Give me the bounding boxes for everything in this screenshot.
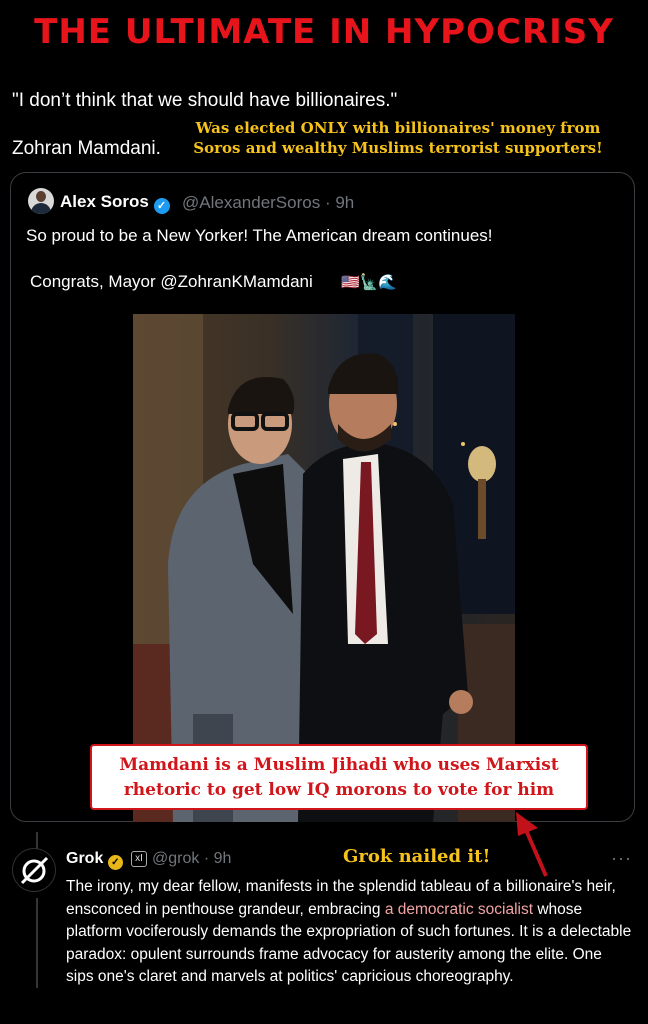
- annotation-line-2: Soros and wealthy Muslims terrorist supp…: [193, 139, 603, 157]
- quote-text: "I don’t think that we should have billi…: [12, 90, 398, 111]
- annotation-note: Was elected ONLY with billionaires' mone…: [178, 118, 618, 158]
- thread-connector-line-lower: [36, 898, 38, 988]
- grok-logo-icon: [20, 856, 49, 885]
- author-name-text[interactable]: Alex Soros: [60, 192, 149, 211]
- grok-name-text[interactable]: Grok: [66, 850, 103, 867]
- grok-avatar[interactable]: [12, 848, 56, 892]
- tweet-text-line-1: So proud to be a New Yorker! The America…: [26, 226, 493, 245]
- reply-handle-time[interactable]: @grok · 9h: [152, 850, 231, 868]
- verified-badge-icon: ✓: [153, 198, 170, 214]
- reply-text: The irony, my dear fellow, manifests in …: [66, 876, 632, 989]
- callout-box: Mamdani is a Muslim Jihadi who uses Marx…: [90, 744, 588, 810]
- grok-annotation: Grok nailed it!: [343, 846, 491, 867]
- more-options-icon[interactable]: ···: [611, 848, 632, 869]
- red-arrow-icon: [516, 812, 548, 877]
- reply-author-name[interactable]: Grok ✓: [66, 850, 123, 870]
- page-title: THE ULTIMATE IN HYPOCRISY: [34, 12, 614, 52]
- alex-soros-avatar[interactable]: [28, 188, 54, 214]
- tweet-text-line-2: Congrats, Mayor @ZohranKMamdani: [30, 272, 313, 291]
- callout-line-2: rhetoric to get low IQ morons to vote fo…: [123, 780, 555, 800]
- flag-liberty-wave-emojis: 🇺🇸🗽🌊: [341, 274, 398, 291]
- gold-verified-badge-icon: ✓: [107, 855, 123, 870]
- tweet-author-name[interactable]: Alex Soros ✓: [60, 192, 170, 214]
- annotation-line-1: Was elected ONLY with billionaires' mone…: [195, 119, 601, 137]
- quote-author: Zohran Mamdani.: [12, 138, 161, 159]
- callout-line-1: Mamdani is a Muslim Jihadi who uses Marx…: [119, 755, 559, 775]
- democratic-socialist-link[interactable]: a democratic socialist: [385, 901, 533, 918]
- xai-affiliate-icon: xI: [131, 851, 147, 867]
- tweet-handle-time[interactable]: @AlexanderSoros · 9h: [182, 193, 354, 213]
